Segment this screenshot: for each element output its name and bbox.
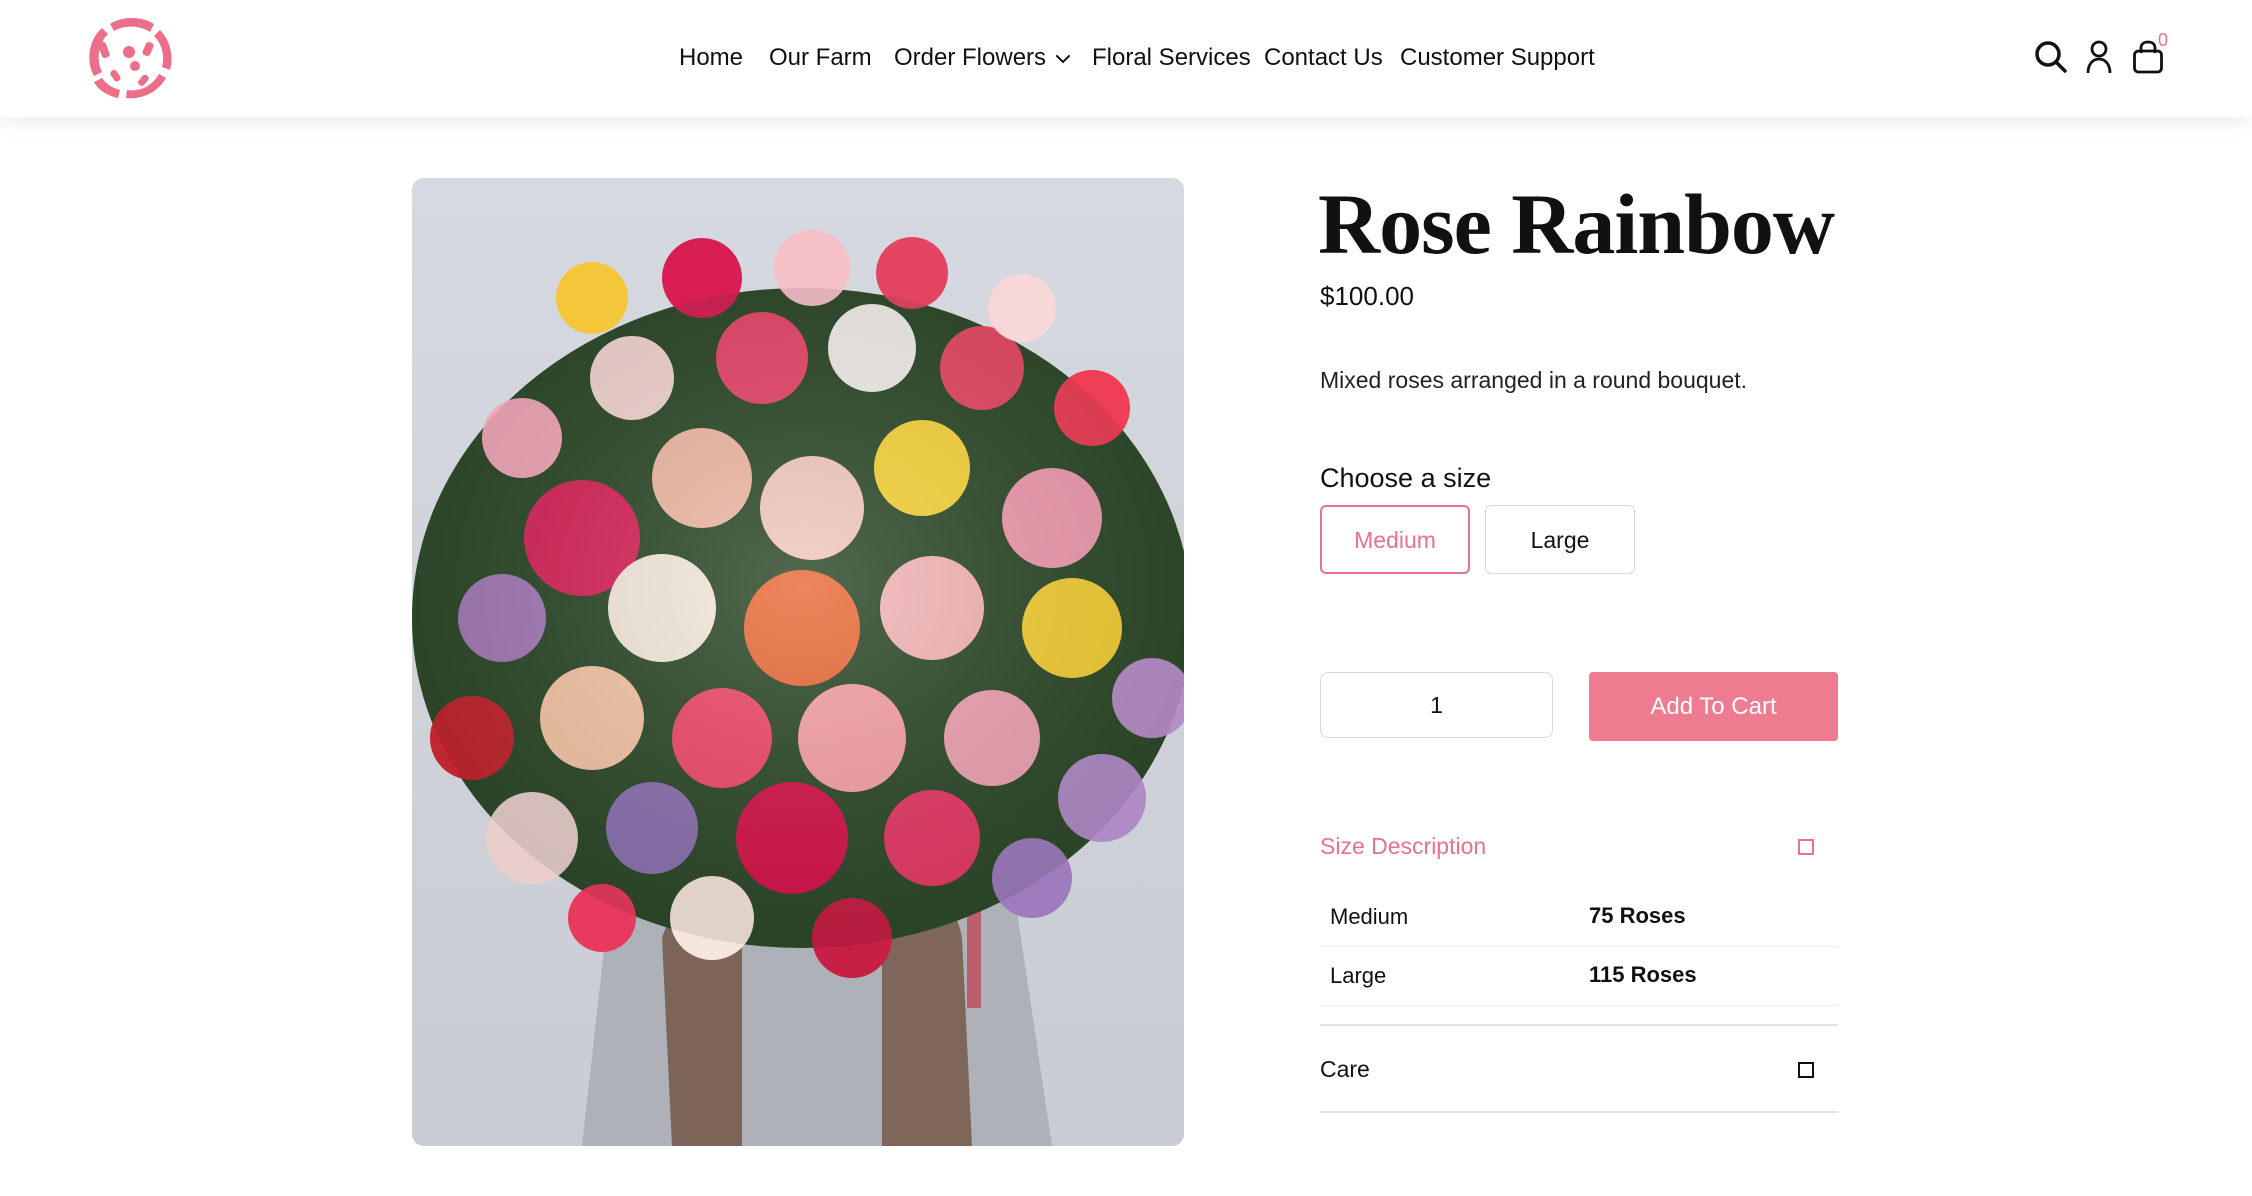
nav-item-home[interactable]: Home [679,42,743,74]
size-name: Medium [1330,904,1409,929]
product-description: Mixed roses arranged in a round bouquet. [1320,367,1748,393]
size-count: 75 Roses [1589,903,1686,928]
site-header: Fleurs du Liban Home Our Farm Order Flow… [0,0,2252,117]
product-image [412,178,1184,1146]
product-price: $100.00 [1320,281,1414,311]
nav-item-order-flowers[interactable]: Order Flowers [894,42,1072,74]
accordion-size-description-title: Size Description [1320,833,1487,859]
accordion-toggle-icon [1798,839,1814,855]
main-nav: Home Our Farm Order Flowers Floral Servi… [0,0,2252,117]
accordion-care[interactable]: Care [1320,1049,1838,1089]
divider [1320,1024,1838,1026]
accordion-care-title: Care [1320,1056,1370,1082]
nav-item-order-flowers-label: Order Flowers [894,44,1047,71]
search-icon[interactable] [2034,40,2068,79]
product-title: Rose Rainbow [1318,176,1835,272]
size-option-large[interactable]: Large [1485,505,1635,574]
nav-item-our-farm[interactable]: Our Farm [769,42,872,74]
nav-item-contact-us[interactable]: Contact Us [1264,42,1383,74]
size-heading: Choose a size [1320,463,1492,493]
quantity-input[interactable] [1320,672,1553,738]
accordion-size-description[interactable]: Size Description [1320,826,1838,866]
size-description-table: Medium 75 Roses Large 115 Roses [1320,888,1838,1006]
brand-logo[interactable]: Fleurs du Liban [82,12,178,106]
size-option-medium[interactable]: Medium [1320,505,1470,574]
nav-item-customer-support[interactable]: Customer Support [1400,42,1595,74]
logo-text: Fleurs du Liban [82,106,83,107]
user-icon[interactable] [2086,40,2112,79]
accordion-toggle-icon [1798,1062,1814,1078]
size-count: 115 Roses [1589,962,1697,987]
table-row: Large 115 Roses [1320,947,1838,1006]
logo-mark-icon [89,18,172,99]
nav-item-floral-services[interactable]: Floral Services [1092,42,1251,74]
add-to-cart-button[interactable]: Add To Cart [1589,672,1838,741]
size-name: Large [1330,963,1387,988]
chevron-down-icon [1054,53,1072,65]
table-row: Medium 75 Roses [1320,888,1838,947]
divider [1320,1111,1838,1113]
cart-count-badge: 0 [2158,30,2169,50]
